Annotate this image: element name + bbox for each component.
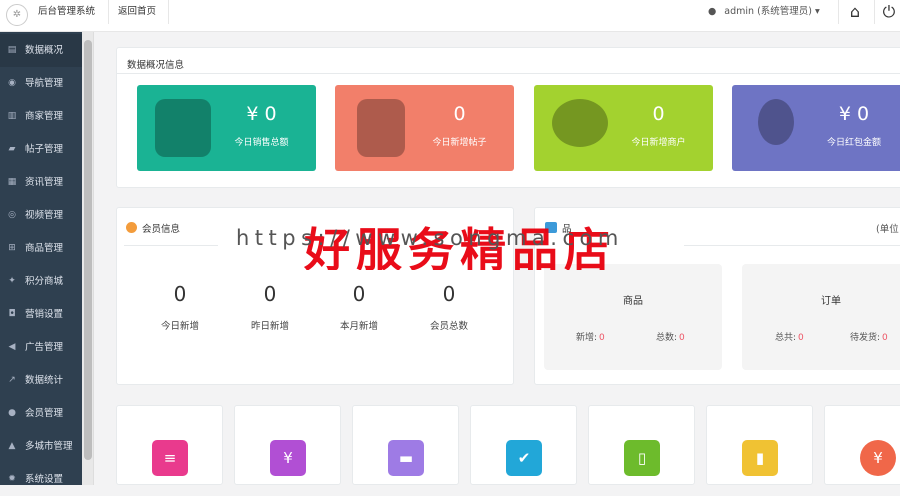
divider [838,0,839,24]
stat-card-red-packet[interactable]: ¥ 0 今日红包金额 [732,85,900,171]
quick-tile[interactable]: ¥ [234,405,341,485]
bank-icon: ▥ [7,111,17,121]
top-navbar: ✲ 后台管理系统 返回首页 ● admin (系统管理员) ▾ ⌂ ⏻ [0,0,900,32]
money-bag-icon [155,99,211,157]
box-title: 商品 [623,296,643,307]
sidebar-item-members[interactable]: ● 会员管理 [0,397,82,430]
document-icon: ≡ [152,440,188,476]
member-count: 0 [352,282,366,306]
document-icon [357,99,405,157]
dashboard-icon: ▤ [7,45,17,55]
goods-total: 总数: 0 [656,333,685,343]
power-icon[interactable]: ⏻ [878,0,900,24]
graduation-icon: ▲ [8,441,16,451]
member-count: 0 [263,282,277,306]
quick-tile[interactable]: ▬ [352,405,459,485]
member-count: 0 [173,282,187,306]
sidebar-item-multi-city[interactable]: ▲ 多城市管理 [0,430,82,463]
coin-icon: ¥ [860,440,896,476]
sidebar-item-news[interactable]: ▦ 资讯管理 [0,166,82,199]
stat-label: 今日新增帖子 [432,138,487,148]
user-icon: ● [8,408,16,418]
comment-icon: ▰ [8,144,16,154]
divider [684,245,900,246]
stat-label: 今日红包金额 [826,138,881,148]
user-icon: ● [708,6,717,17]
newspaper-icon: ▦ [7,177,17,187]
bullhorn-icon: ◀ [8,342,16,352]
stat-label: 今日销售总额 [234,138,289,148]
sidebar-item-settings[interactable]: ✹ 系统设置 [0,463,82,496]
quick-tile[interactable]: ▯ [588,405,695,485]
stat-card-sales[interactable]: ¥ 0 今日销售总额 [137,85,316,171]
back-home-link[interactable]: 返回首页 [118,0,156,24]
stat-card-merchants[interactable]: 0 今日新增商户 [534,85,713,171]
member-label: 今日新增 [160,321,199,332]
sidebar-item-posts[interactable]: ▰ 帖子管理 [0,133,82,166]
sidebar-item-merchants[interactable]: ▥ 商家管理 [0,100,82,133]
stat-card-posts[interactable]: 0 今日新增帖子 [335,85,514,171]
divider [108,0,109,24]
quick-tile[interactable]: ≡ [116,405,223,485]
stat-value: 0 [652,103,665,125]
paw-icon [758,99,794,145]
brand-title: 后台管理系统 [38,6,96,17]
notebook-icon: ▯ [624,440,660,476]
logo: ✲ [6,4,28,26]
watermark-url: https://www.songma.com [236,226,624,250]
cart-icon: ⊞ [8,243,16,253]
scrollbar-thumb[interactable] [84,40,92,460]
divider [874,0,875,24]
goods-new: 新增: 0 [576,333,605,343]
play-icon: ◎ [8,210,16,220]
compass-icon: ◉ [8,78,16,88]
home-icon[interactable]: ⌂ [840,0,870,24]
orders-total: 总共: 0 [775,333,804,343]
gift-icon: ◘ [8,309,16,319]
money-bag-icon: ¥ [270,440,306,476]
divider [168,0,169,24]
sidebar-item-navigation[interactable]: ◉ 导航管理 [0,67,82,100]
member-label: 本月新增 [339,321,378,332]
chart-icon: ↗ [8,375,16,385]
member-count: 0 [442,282,456,306]
gear-icon: ✹ [8,474,16,484]
sidebar-item-ads[interactable]: ◀ 广告管理 [0,331,82,364]
truck-icon: ▬ [388,440,424,476]
trophy-icon: ✦ [8,276,16,286]
sidebar-item-points-mall[interactable]: ✦ 积分商城 [0,265,82,298]
sidebar-item-marketing[interactable]: ◘ 营销设置 [0,298,82,331]
clipboard-check-icon: ✔ [506,440,542,476]
sidebar: ▤ 数据概况 ◉ 导航管理 ▥ 商家管理 ▰ 帖子管理 ▦ 资讯管理 ◎ 视频管理 ⊞ 商品管… [0,32,82,485]
members-title: 会员信息 [142,224,181,235]
goods-summary-box: 商品 新增: 0 总数: 0 [544,264,722,370]
mobile-icon: ▮ [742,440,778,476]
quick-tile[interactable]: ✔ [470,405,577,485]
box-title: 订单 [821,296,841,307]
divider [124,245,218,246]
chat-bubble-icon [552,99,608,147]
stat-value: 0 [453,103,466,125]
stat-label: 今日新增商户 [631,138,686,148]
orders-pending: 待发货: 0 [850,333,888,343]
stat-value: ¥ 0 [246,103,277,125]
sidebar-item-statistics[interactable]: ↗ 数据统计 [0,364,82,397]
overview-title: 数据概况信息 [127,60,185,71]
member-label: 昨日新增 [250,321,289,332]
sidebar-item-goods[interactable]: ⊞ 商品管理 [0,232,82,265]
orders-summary-box: 订单 总共: 0 待发货: 0 [742,264,900,370]
member-label: 会员总数 [429,321,468,332]
quick-tile[interactable]: ▮ [706,405,813,485]
unit-label: (单位 [876,224,899,235]
sidebar-item-videos[interactable]: ◎ 视频管理 [0,199,82,232]
user-menu[interactable]: ● admin (系统管理员) ▾ [708,0,820,24]
member-icon [126,222,137,233]
divider [116,73,900,74]
stat-value: ¥ 0 [838,103,870,125]
sidebar-item-dashboard[interactable]: ▤ 数据概况 [0,34,82,67]
quick-tile[interactable]: ¥ [824,405,900,485]
user-name: admin (系统管理员) ▾ [724,6,820,17]
